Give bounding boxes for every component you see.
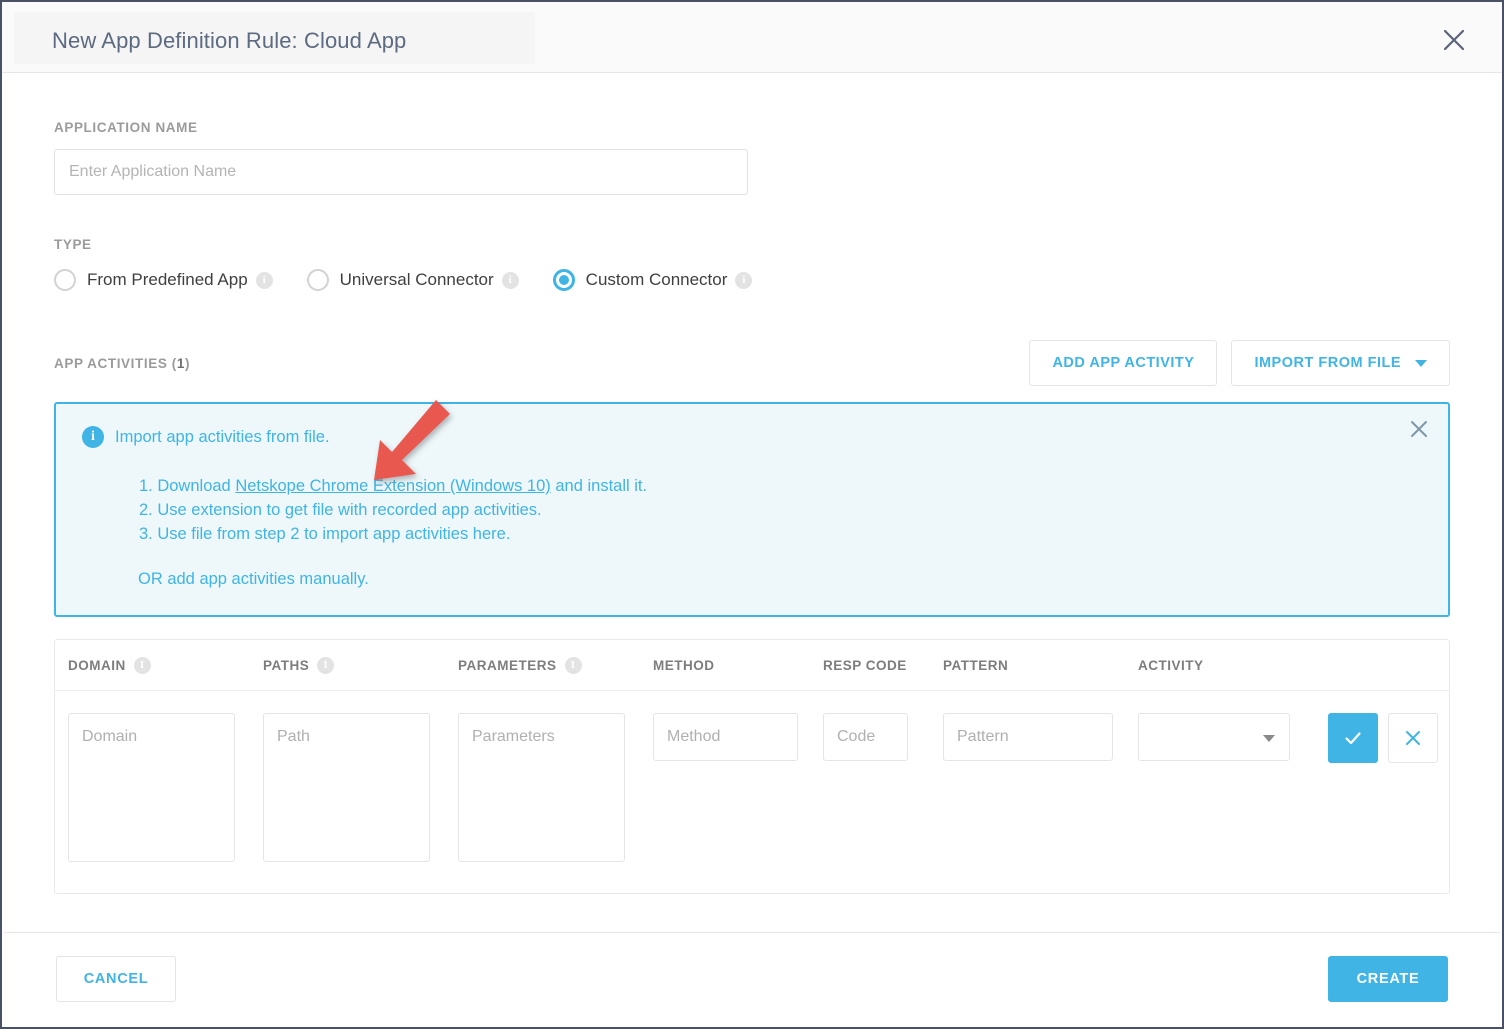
method-input[interactable] [653, 713, 798, 761]
column-header-activity: ACTIVITY [1138, 657, 1204, 673]
app-activities-count: 1 [176, 355, 185, 371]
check-icon [1345, 732, 1361, 745]
import-from-file-label: IMPORT FROM FILE [1254, 355, 1401, 371]
radio-indicator [54, 269, 76, 291]
info-icon[interactable]: i [564, 656, 582, 674]
banner-step-3: 3. Use file from step 2 to import app ac… [139, 525, 511, 543]
radio-label: Universal Connector [339, 270, 494, 289]
cell-pattern [943, 713, 1138, 761]
banner-step-1-prefix: 1. Download [139, 477, 236, 495]
column-header-domain-label: DOMAIN [68, 657, 126, 673]
close-icon[interactable] [1441, 27, 1467, 53]
column-header-paths: PATHS i [263, 656, 458, 674]
domain-input[interactable] [68, 713, 235, 862]
path-input[interactable] [263, 713, 430, 862]
banner-step-1-suffix: and install it. [550, 477, 648, 495]
import-from-file-button[interactable]: IMPORT FROM FILE [1231, 340, 1450, 386]
column-header-method: METHOD [653, 657, 715, 673]
table-header-row: DOMAIN i PATHS i PARAMETERS i METHOD RESP C… [55, 640, 1449, 691]
app-activities-table: DOMAIN i PATHS i PARAMETERS i METHOD RESP C… [54, 639, 1450, 894]
cancel-button[interactable]: CANCEL [56, 956, 176, 1002]
dialog-footer: CANCEL CREATE [4, 932, 1500, 1025]
app-activities-heading-suffix: ) [184, 355, 191, 371]
banner-heading-text: Import app activities from file. [115, 427, 330, 446]
radio-custom-connector[interactable]: Custom Connector i [552, 269, 753, 291]
banner-heading-row: i Import app activities from file. [82, 426, 1422, 448]
type-label: TYPE [54, 237, 92, 252]
page-title: New App Definition Rule: Cloud App [52, 28, 407, 53]
info-icon: i [82, 426, 104, 448]
radio-label: From Predefined App [87, 270, 248, 289]
app-definition-rule-dialog: New App Definition Rule: Cloud App APPLI… [0, 0, 1504, 1029]
dialog-header: New App Definition Rule: Cloud App [2, 2, 1502, 73]
discard-row-button[interactable] [1388, 713, 1438, 763]
column-header-domain: DOMAIN i [68, 656, 263, 674]
info-icon[interactable]: i [255, 271, 273, 289]
add-app-activity-label: ADD APP ACTIVITY [1052, 355, 1195, 371]
cell-parameters [458, 713, 653, 867]
application-name-input[interactable] [54, 149, 748, 195]
cell-domain [68, 713, 263, 867]
radio-label: Custom Connector [585, 270, 728, 289]
radio-from-predefined-app[interactable]: From Predefined App i [54, 269, 273, 291]
close-icon [1406, 731, 1420, 745]
banner-step-2: 2. Use extension to get file with record… [139, 501, 542, 519]
cell-method [653, 713, 823, 761]
column-header-parameters-label: PARAMETERS [458, 657, 557, 673]
column-header-parameters: PARAMETERS i [458, 656, 653, 674]
pattern-input[interactable] [943, 713, 1113, 761]
table-row [55, 691, 1449, 893]
type-radio-group: From Predefined App i Universal Connecto… [54, 269, 1450, 291]
activity-select[interactable] [1138, 713, 1290, 761]
cell-resp-code [823, 713, 943, 761]
cell-paths [263, 713, 458, 867]
confirm-row-button[interactable] [1328, 713, 1378, 763]
import-info-banner: i Import app activities from file. 1. Do… [54, 400, 1450, 617]
info-icon[interactable]: i [735, 271, 753, 289]
column-header-pattern: PATTERN [943, 657, 1009, 673]
chevron-down-icon [1415, 359, 1427, 367]
column-header-resp-code: RESP CODE [823, 657, 907, 673]
row-action-buttons [1328, 713, 1438, 763]
create-button[interactable]: CREATE [1328, 956, 1448, 1002]
app-activities-toolbar: APP ACTIVITIES (1) ADD APP ACTIVITY IMPO… [54, 340, 1450, 386]
column-header-paths-label: PATHS [263, 657, 310, 673]
app-activities-heading: APP ACTIVITIES (1) [54, 356, 190, 371]
dialog-body: APPLICATION NAME TYPE From Predefined Ap… [2, 73, 1502, 934]
info-icon[interactable]: i [133, 656, 151, 674]
banner-step-1: 1. Download Netskope Chrome Extension (W… [139, 474, 1422, 498]
application-name-label: APPLICATION NAME [54, 120, 198, 135]
radio-indicator [306, 269, 329, 291]
resp-code-input[interactable] [823, 713, 908, 761]
banner-manual-note: OR add app activities manually. [138, 570, 369, 588]
cell-activity [1138, 713, 1328, 761]
banner-close-icon[interactable] [1408, 418, 1430, 440]
radio-universal-connector[interactable]: Universal Connector i [306, 269, 519, 291]
info-icon[interactable]: i [501, 271, 519, 289]
info-icon[interactable]: i [317, 656, 335, 674]
banner-step-list: 1. Download Netskope Chrome Extension (W… [139, 474, 1422, 546]
netskope-chrome-extension-link[interactable]: Netskope Chrome Extension (Windows 10) [235, 477, 550, 495]
parameters-input[interactable] [458, 713, 625, 862]
chevron-down-icon [1263, 735, 1275, 742]
add-app-activity-button[interactable]: ADD APP ACTIVITY [1029, 340, 1218, 386]
radio-indicator-selected [552, 269, 575, 291]
app-activities-heading-prefix: APP ACTIVITIES ( [54, 355, 177, 371]
